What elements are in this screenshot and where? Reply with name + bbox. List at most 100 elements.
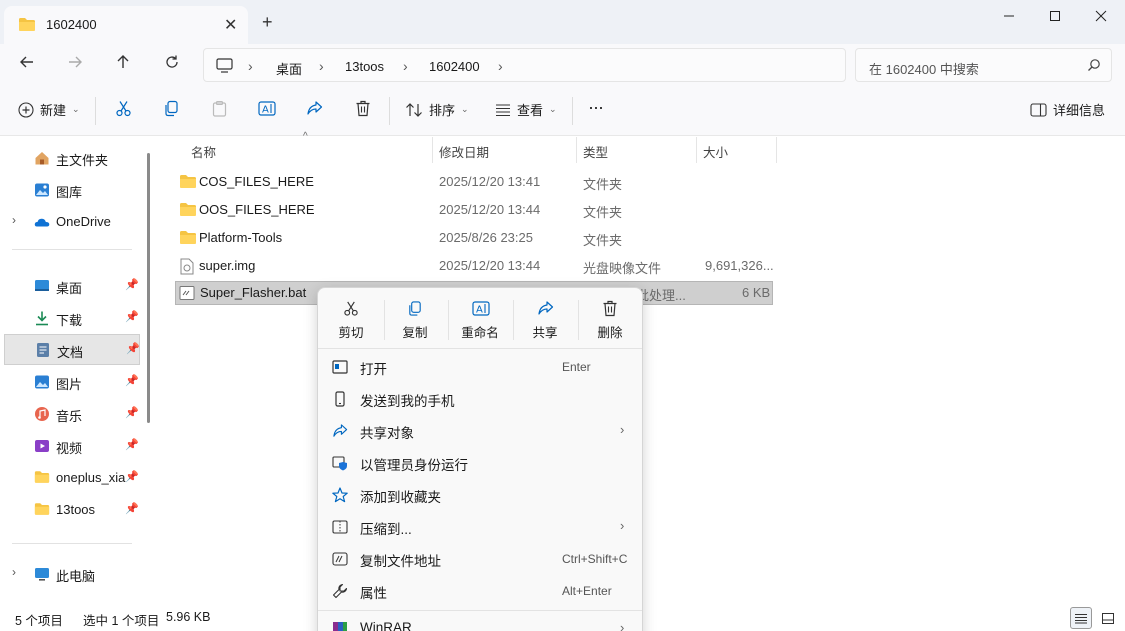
search-icon <box>1087 58 1101 75</box>
sidebar-item-pictures[interactable]: 图片 📌 <box>0 367 140 397</box>
wrench-icon <box>332 583 348 599</box>
onedrive-icon <box>34 214 50 230</box>
shield-icon <box>332 455 348 471</box>
file-date: 2025/12/20 13:44 <box>439 202 541 217</box>
sidebar-item-videos[interactable]: 视频 📌 <box>0 431 140 461</box>
breadcrumb-13toos[interactable]: 13toos <box>345 59 384 74</box>
column-divider[interactable] <box>576 137 577 163</box>
sidebar-item-onedrive[interactable]: › OneDrive <box>0 207 140 237</box>
menu-item-send-to-phone[interactable]: 发送到我的手机 <box>324 384 638 414</box>
rename-button[interactable]: A <box>258 100 276 117</box>
menu-item-compress-to[interactable]: 压缩到... › <box>324 512 638 542</box>
new-label: 新建 <box>40 103 67 118</box>
details-view-button[interactable] <box>1070 607 1092 629</box>
chevron-right-icon[interactable]: › <box>12 565 16 579</box>
chevron-right-icon[interactable]: › <box>403 58 408 74</box>
share-icon <box>537 300 554 316</box>
menu-item-properties[interactable]: 属性 Alt+Enter <box>324 576 638 606</box>
copy-button[interactable] <box>163 100 180 117</box>
column-divider[interactable] <box>776 137 777 163</box>
minimize-button[interactable] <box>986 0 1032 32</box>
tab-1602400[interactable]: 1602400 ✕ <box>4 6 248 44</box>
menu-item-open[interactable]: 打开 Enter <box>324 352 638 382</box>
back-icon[interactable] <box>19 54 35 75</box>
cut-action[interactable]: 剪切 <box>321 298 381 342</box>
menu-item-winrar[interactable]: WinRAR › <box>324 614 638 631</box>
batch-file-icon <box>179 285 195 304</box>
view-button[interactable]: 查看 ⌄ <box>495 100 557 119</box>
breadcrumb-1602400[interactable]: 1602400 <box>429 59 480 74</box>
navigation-pane: 主文件夹 图库 › OneDrive 桌面 📌 下载 📌 文档 📌 图片 📌 音… <box>0 137 152 604</box>
sidebar-item-desktop[interactable]: 桌面 📌 <box>0 271 140 301</box>
delete-action[interactable]: 删除 <box>580 298 640 342</box>
menu-item-label: 发送到我的手机 <box>360 394 455 409</box>
tiles-view-button[interactable] <box>1097 607 1119 629</box>
file-row[interactable]: OOS_FILES_HERE 2025/12/20 13:44 文件夹 <box>175 198 773 222</box>
breadcrumb-desktop[interactable]: 桌面 <box>276 59 302 78</box>
sidebar-item-this-pc[interactable]: › 此电脑 <box>0 559 140 589</box>
new-button[interactable]: 新建 ⌄ <box>18 100 80 119</box>
rename-action[interactable]: A 重命名 <box>450 298 510 342</box>
address-bar[interactable]: › 桌面 › 13toos › 1602400 › <box>203 48 846 82</box>
desktop-icon <box>34 278 50 294</box>
file-row[interactable]: super.img 2025/12/20 13:44 光盘映像文件 9,691,… <box>175 254 774 278</box>
sidebar-item-home[interactable]: 主文件夹 <box>0 143 140 173</box>
chevron-right-icon[interactable]: › <box>248 58 253 74</box>
menu-item-label: WinRAR <box>360 620 412 631</box>
sort-button[interactable]: 排序 ⌄ <box>405 100 469 119</box>
share-action[interactable]: 共享 <box>515 298 575 342</box>
this-pc-icon[interactable] <box>216 58 233 76</box>
sidebar-item-music[interactable]: 音乐 📌 <box>0 399 140 429</box>
column-divider[interactable] <box>696 137 697 163</box>
sidebar-item-gallery[interactable]: 图库 <box>0 175 140 205</box>
divider <box>578 300 579 340</box>
share-icon <box>332 423 348 439</box>
menu-item-copy-path[interactable]: 复制文件地址 Ctrl+Shift+C <box>324 544 638 574</box>
close-window-button[interactable] <box>1078 0 1124 32</box>
sidebar-item-documents[interactable]: 文档 📌 <box>4 334 140 365</box>
copy-label: 复制 <box>402 326 428 340</box>
sidebar-item-13toos[interactable]: 13toos 📌 <box>0 495 140 525</box>
paste-button[interactable] <box>211 100 228 117</box>
chevron-right-icon: › <box>620 518 625 533</box>
details-pane-button[interactable]: 详细信息 <box>1030 100 1105 119</box>
more-options-button[interactable]: ··· <box>588 97 604 118</box>
column-header-type[interactable]: 类型 <box>583 142 608 161</box>
chevron-right-icon[interactable]: › <box>319 58 324 74</box>
forward-icon[interactable] <box>67 54 83 75</box>
winrar-icon <box>332 621 348 631</box>
share-button[interactable] <box>306 100 323 117</box>
column-header-date[interactable]: 修改日期 <box>439 142 489 161</box>
up-icon[interactable] <box>115 54 131 75</box>
chevron-down-icon: ⌄ <box>549 104 557 114</box>
sidebar-item-downloads[interactable]: 下载 📌 <box>0 303 140 333</box>
cut-button[interactable] <box>115 100 132 117</box>
trash-icon <box>356 100 370 117</box>
search-input[interactable]: 在 1602400 中搜索 <box>855 48 1112 82</box>
copy-action[interactable]: 复制 <box>385 298 445 342</box>
chevron-down-icon: ⌄ <box>72 104 80 114</box>
close-tab-icon[interactable]: ✕ <box>224 15 237 35</box>
menu-item-share-with[interactable]: 共享对象 › <box>324 416 638 446</box>
maximize-button[interactable] <box>1032 0 1078 32</box>
column-header-name[interactable]: 名称 <box>191 142 216 161</box>
sidebar-item-label: 音乐 <box>56 409 83 424</box>
menu-item-run-as-admin[interactable]: 以管理员身份运行 <box>324 448 638 478</box>
chevron-right-icon[interactable]: › <box>498 58 503 74</box>
new-tab-button[interactable]: + <box>262 12 273 33</box>
column-header-size[interactable]: 大小 <box>703 142 728 161</box>
chevron-right-icon[interactable]: › <box>12 213 16 227</box>
sidebar-item-oneplus-xia[interactable]: oneplus_xia 📌 <box>0 463 140 493</box>
sidebar-scrollbar[interactable] <box>147 153 150 423</box>
column-divider[interactable] <box>432 137 433 163</box>
copy-path-icon <box>332 551 348 567</box>
refresh-icon[interactable] <box>164 54 180 75</box>
folder-icon <box>18 17 36 35</box>
file-row[interactable]: COS_FILES_HERE 2025/12/20 13:41 文件夹 <box>175 170 773 194</box>
menu-item-add-to-favorites[interactable]: 添加到收藏夹 <box>324 480 638 510</box>
delete-button[interactable] <box>355 100 371 117</box>
divider <box>572 97 573 125</box>
file-row[interactable]: Platform-Tools 2025/8/26 23:25 文件夹 <box>175 226 773 250</box>
file-name: Super_Flasher.bat <box>200 285 307 300</box>
minimize-icon <box>1004 15 1014 17</box>
